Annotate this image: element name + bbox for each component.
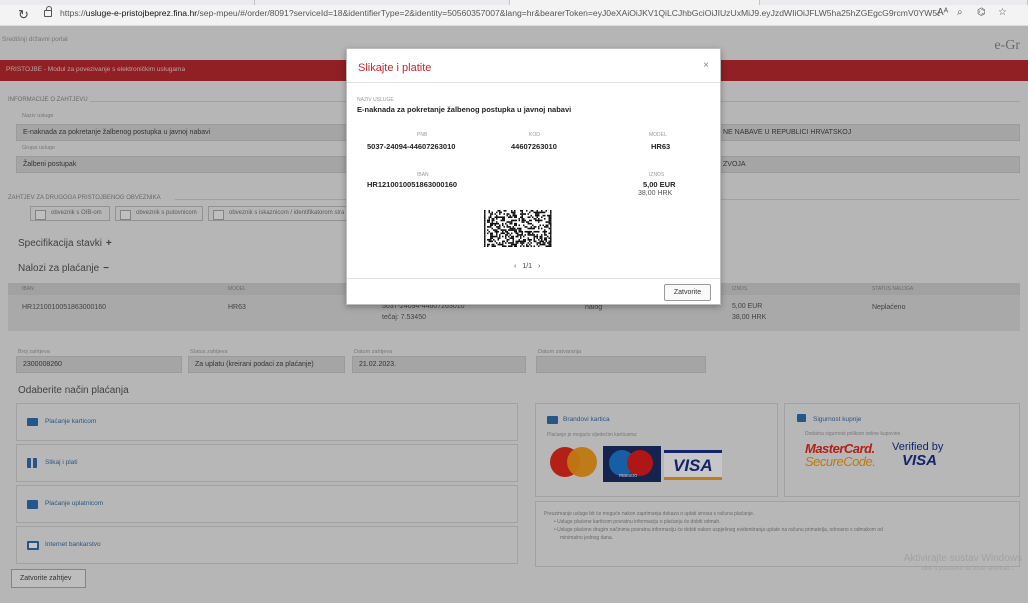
close-icon[interactable]: × [703,60,709,71]
url-prefix: https:// [60,8,86,18]
browser-tab[interactable] [760,0,1028,5]
modal-divider [347,278,720,279]
barcode-pager: ‹ 1/1 › [511,263,543,270]
amount-label: IZNOS [649,172,665,178]
service-name-value: E-naknada za pokretanje žalbenog postupk… [357,105,572,114]
code-label: KOD [529,132,540,138]
tracking-icon[interactable]: ⌬ [977,7,986,18]
modal-title: Slikajte i platite [358,62,432,74]
next-icon[interactable]: › [538,263,540,270]
pnb-label: PNB [417,132,428,138]
snap-and-pay-modal: Slikajte i platite × NAZIV USLUGE E-nakn… [346,48,721,305]
zoom-icon[interactable]: ⌕ [957,7,963,18]
favorites-icon[interactable]: ☆ [998,7,1007,18]
service-name-label: NAZIV USLUGE [357,97,394,103]
browser-tab-active[interactable] [510,0,760,5]
lock-icon[interactable] [44,6,52,17]
model-label: MODEL [649,132,667,138]
browser-tab[interactable] [0,0,255,5]
payment-barcode [484,210,552,247]
code-value: 44607263010 [511,142,557,151]
amount-eur-value: 5,00 EUR [643,180,676,189]
modal-divider [347,82,720,83]
amount-hrk-value: 38,00 HRK [638,190,673,197]
page-indicator: 1/1 [522,263,533,270]
iban-label: IBAN [417,172,429,178]
browser-toolbar: ↻ https://usluge-e-pristojbeprez.fina.hr… [0,0,1028,26]
read-aloud-icon[interactable]: Aᴬ [937,7,948,18]
previous-icon[interactable]: ‹ [514,263,516,270]
close-modal-button[interactable]: Zatvorite [664,284,711,301]
model-value: HR63 [651,142,671,151]
reload-icon[interactable]: ↻ [18,7,29,23]
browser-tab[interactable] [255,0,510,5]
pnb-value: 5037-24094-44607263010 [367,142,456,151]
tab-strip [0,0,1028,5]
address-bar[interactable]: https://usluge-e-pristojbeprez.fina.hr/s… [60,8,940,21]
iban-value: HR1210010051863000160 [367,180,458,189]
url-path: /sep-mpeu/#/order/8091?serviceId=18&iden… [197,8,940,18]
url-host: usluge-e-pristojbeprez.fina.hr [85,8,198,18]
